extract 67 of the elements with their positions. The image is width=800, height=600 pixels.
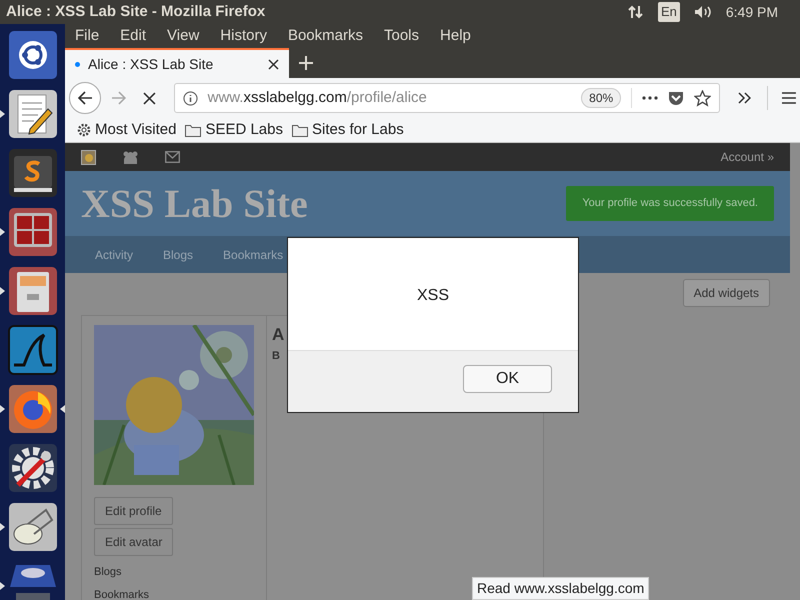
shark-fin-icon[interactable] [8,325,58,375]
running-indicator-icon [0,405,5,413]
notepad-pencil-icon[interactable] [8,89,58,139]
url-part: /profile/alice [346,88,427,106]
running-indicator-icon [0,228,5,236]
bookmark-item[interactable]: Sites for Labs [292,118,404,142]
menu-icon[interactable] [782,92,796,104]
speaker-icon[interactable] [694,5,712,19]
folder-icon [185,124,202,136]
success-message: Your profile was successfully saved. [566,186,774,221]
gear-icon [77,123,91,137]
menu-item[interactable]: Bookmarks [288,24,363,48]
network-arrows-icon[interactable] [628,4,644,20]
address-bar[interactable]: www.xsslabelgg.com/profile/alice 80% [174,83,720,113]
back-arrow-icon [76,90,93,106]
tab-label: Alice : XSS Lab Site [88,54,214,74]
overflow-chevron-icon[interactable] [738,92,752,104]
clock[interactable]: 6:49 PM [726,2,778,22]
account-link[interactable]: Account » [720,148,774,166]
menu-item[interactable]: Help [440,24,471,48]
pocket-icon[interactable] [668,90,684,106]
loading-dot-icon [75,62,80,66]
menu-item[interactable]: File [75,24,100,48]
window-title: Alice : XSS Lab Site - Mozilla Firefox [5,2,266,22]
gear-wrench-icon[interactable] [8,443,58,493]
url-part: www. [208,88,244,106]
dialog-message: XSS [416,286,449,306]
stop-icon[interactable] [142,92,156,104]
browser-tab[interactable]: Alice : XSS Lab Site [65,48,289,78]
menu-item[interactable]: Edit [120,24,146,48]
add-widgets-button[interactable]: Add widgets [682,279,770,307]
sublime-icon[interactable] [8,148,58,198]
mail-icon[interactable] [165,151,180,163]
people-icon[interactable] [122,150,139,164]
avatar-thumbnail-icon[interactable] [81,150,96,164]
scanner-icon[interactable] [8,502,58,552]
profile-link[interactable]: Bookmarks [94,586,254,600]
profile-link[interactable]: Blogs [94,564,254,580]
file-cabinet-icon[interactable] [8,266,58,316]
folder-icon [292,124,308,136]
profile-button[interactable]: Edit avatar [94,528,174,556]
more-dots-icon[interactable] [642,96,658,100]
menu-item[interactable]: View [167,24,200,48]
ubuntu-logo-icon[interactable] [8,30,58,80]
info-icon[interactable] [182,90,198,106]
back-button[interactable] [69,82,101,114]
running-indicator-icon [0,582,5,590]
firefox-icon[interactable] [8,384,58,434]
running-indicator-icon [0,287,5,295]
bookmark-item[interactable]: Most Visited [77,118,176,142]
profile-name: A [272,324,284,346]
running-indicator-icon [0,110,5,118]
close-icon[interactable] [268,58,279,70]
url-part: xsslabelgg.com [243,88,347,106]
bookmark-item[interactable]: SEED Labs [185,118,283,142]
new-tab-icon[interactable] [299,56,313,70]
status-tooltip: Read www.xsslabelgg.com [472,577,650,600]
star-icon[interactable] [694,90,712,106]
menu-item[interactable]: History [220,24,267,48]
ok-button[interactable]: OK [463,365,552,393]
zoom-level[interactable]: 80% [581,88,622,108]
profile-subtitle: B [272,348,281,364]
terminal-grid-icon[interactable] [8,207,58,257]
running-indicator-icon [0,523,5,531]
keyboard-layout[interactable]: En [658,2,680,22]
menu-item[interactable]: Tools [384,24,420,48]
profile-button[interactable]: Edit profile [94,497,173,525]
